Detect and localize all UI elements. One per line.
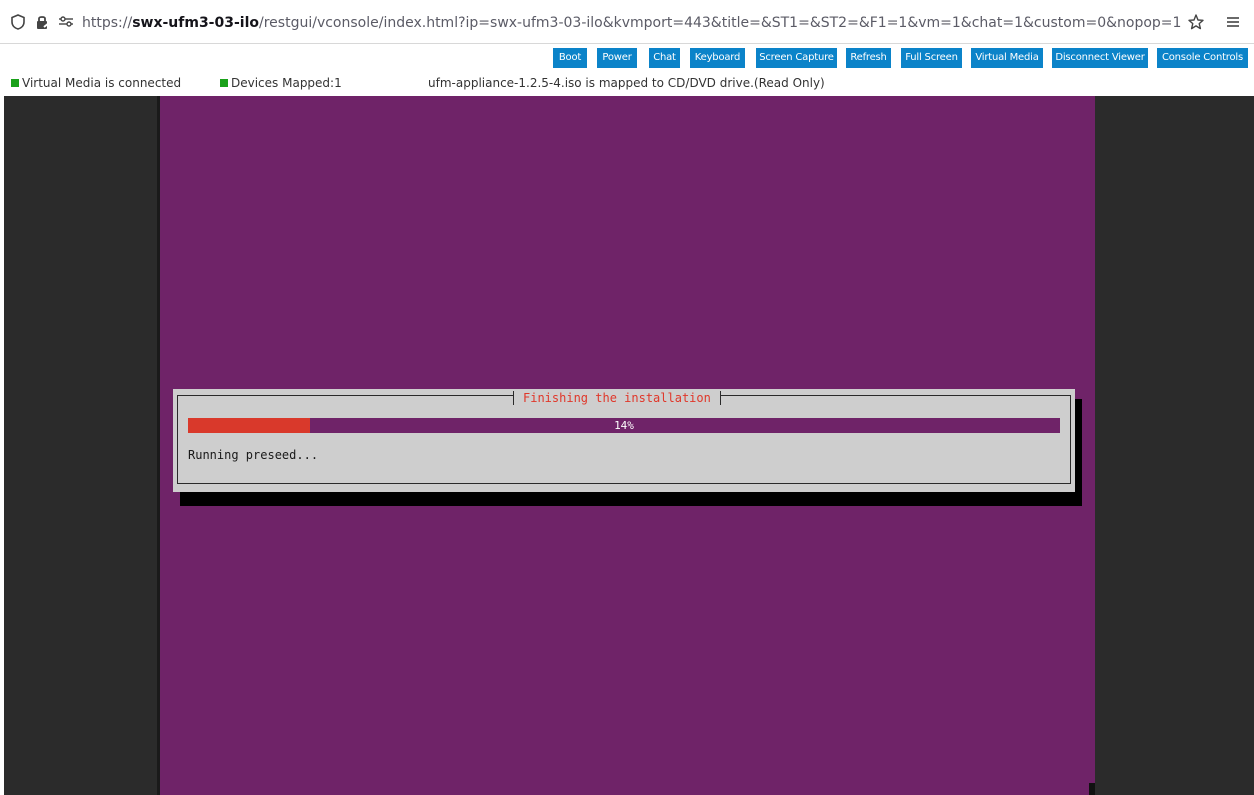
- progress-bar: 14%: [188, 418, 1060, 433]
- url-host: swx-ufm3-03-ilo: [132, 15, 260, 31]
- screen-capture-button[interactable]: Screen Capture: [756, 48, 837, 68]
- bookmark-star-icon[interactable]: [1187, 13, 1205, 31]
- vm-connected-status: Virtual Media is connected: [11, 74, 181, 92]
- status-indicator-icon: [220, 79, 228, 87]
- menu-icon[interactable]: [1224, 13, 1242, 31]
- virtual-media-button[interactable]: Virtual Media: [971, 48, 1043, 68]
- installer-dialog: Finishing the installation 14% Running p…: [173, 389, 1075, 492]
- power-button[interactable]: Power: [597, 48, 637, 68]
- devices-mapped-status: Devices Mapped:1: [220, 74, 342, 92]
- installer-status-message: Running preseed...: [188, 448, 319, 462]
- browser-url-bar: https://swx-ufm3-03-ilo/restgui/vconsole…: [0, 0, 1254, 44]
- disconnect-viewer-button[interactable]: Disconnect Viewer: [1052, 48, 1148, 68]
- permissions-icon[interactable]: [57, 13, 75, 31]
- screen-corner-marker: [1089, 783, 1095, 795]
- progress-label: 14%: [614, 419, 634, 432]
- lock-icon[interactable]: [33, 13, 51, 31]
- chat-button[interactable]: Chat: [649, 48, 680, 68]
- shield-icon[interactable]: [9, 13, 27, 31]
- refresh-button[interactable]: Refresh: [846, 48, 891, 68]
- full-screen-button[interactable]: Full Screen: [901, 48, 962, 68]
- status-indicator-icon: [11, 79, 19, 87]
- keyboard-button[interactable]: Keyboard: [690, 48, 745, 68]
- devices-mapped-text: Devices Mapped:1: [231, 76, 342, 90]
- url-field[interactable]: https://swx-ufm3-03-ilo/restgui/vconsole…: [82, 14, 1182, 32]
- url-path: /restgui/vconsole/index.html?ip=swx-ufm3…: [259, 15, 1182, 31]
- url-prefix: https://: [82, 15, 133, 31]
- console-controls-button[interactable]: Console Controls: [1157, 48, 1248, 68]
- vm-connected-text: Virtual Media is connected: [22, 76, 182, 90]
- iso-mapped-message: ufm-appliance-1.2.5-4.iso is mapped to C…: [428, 76, 825, 90]
- dialog-title: Finishing the installation: [513, 390, 721, 406]
- dialog-frame: [177, 395, 1071, 484]
- boot-button[interactable]: Boot: [553, 48, 587, 68]
